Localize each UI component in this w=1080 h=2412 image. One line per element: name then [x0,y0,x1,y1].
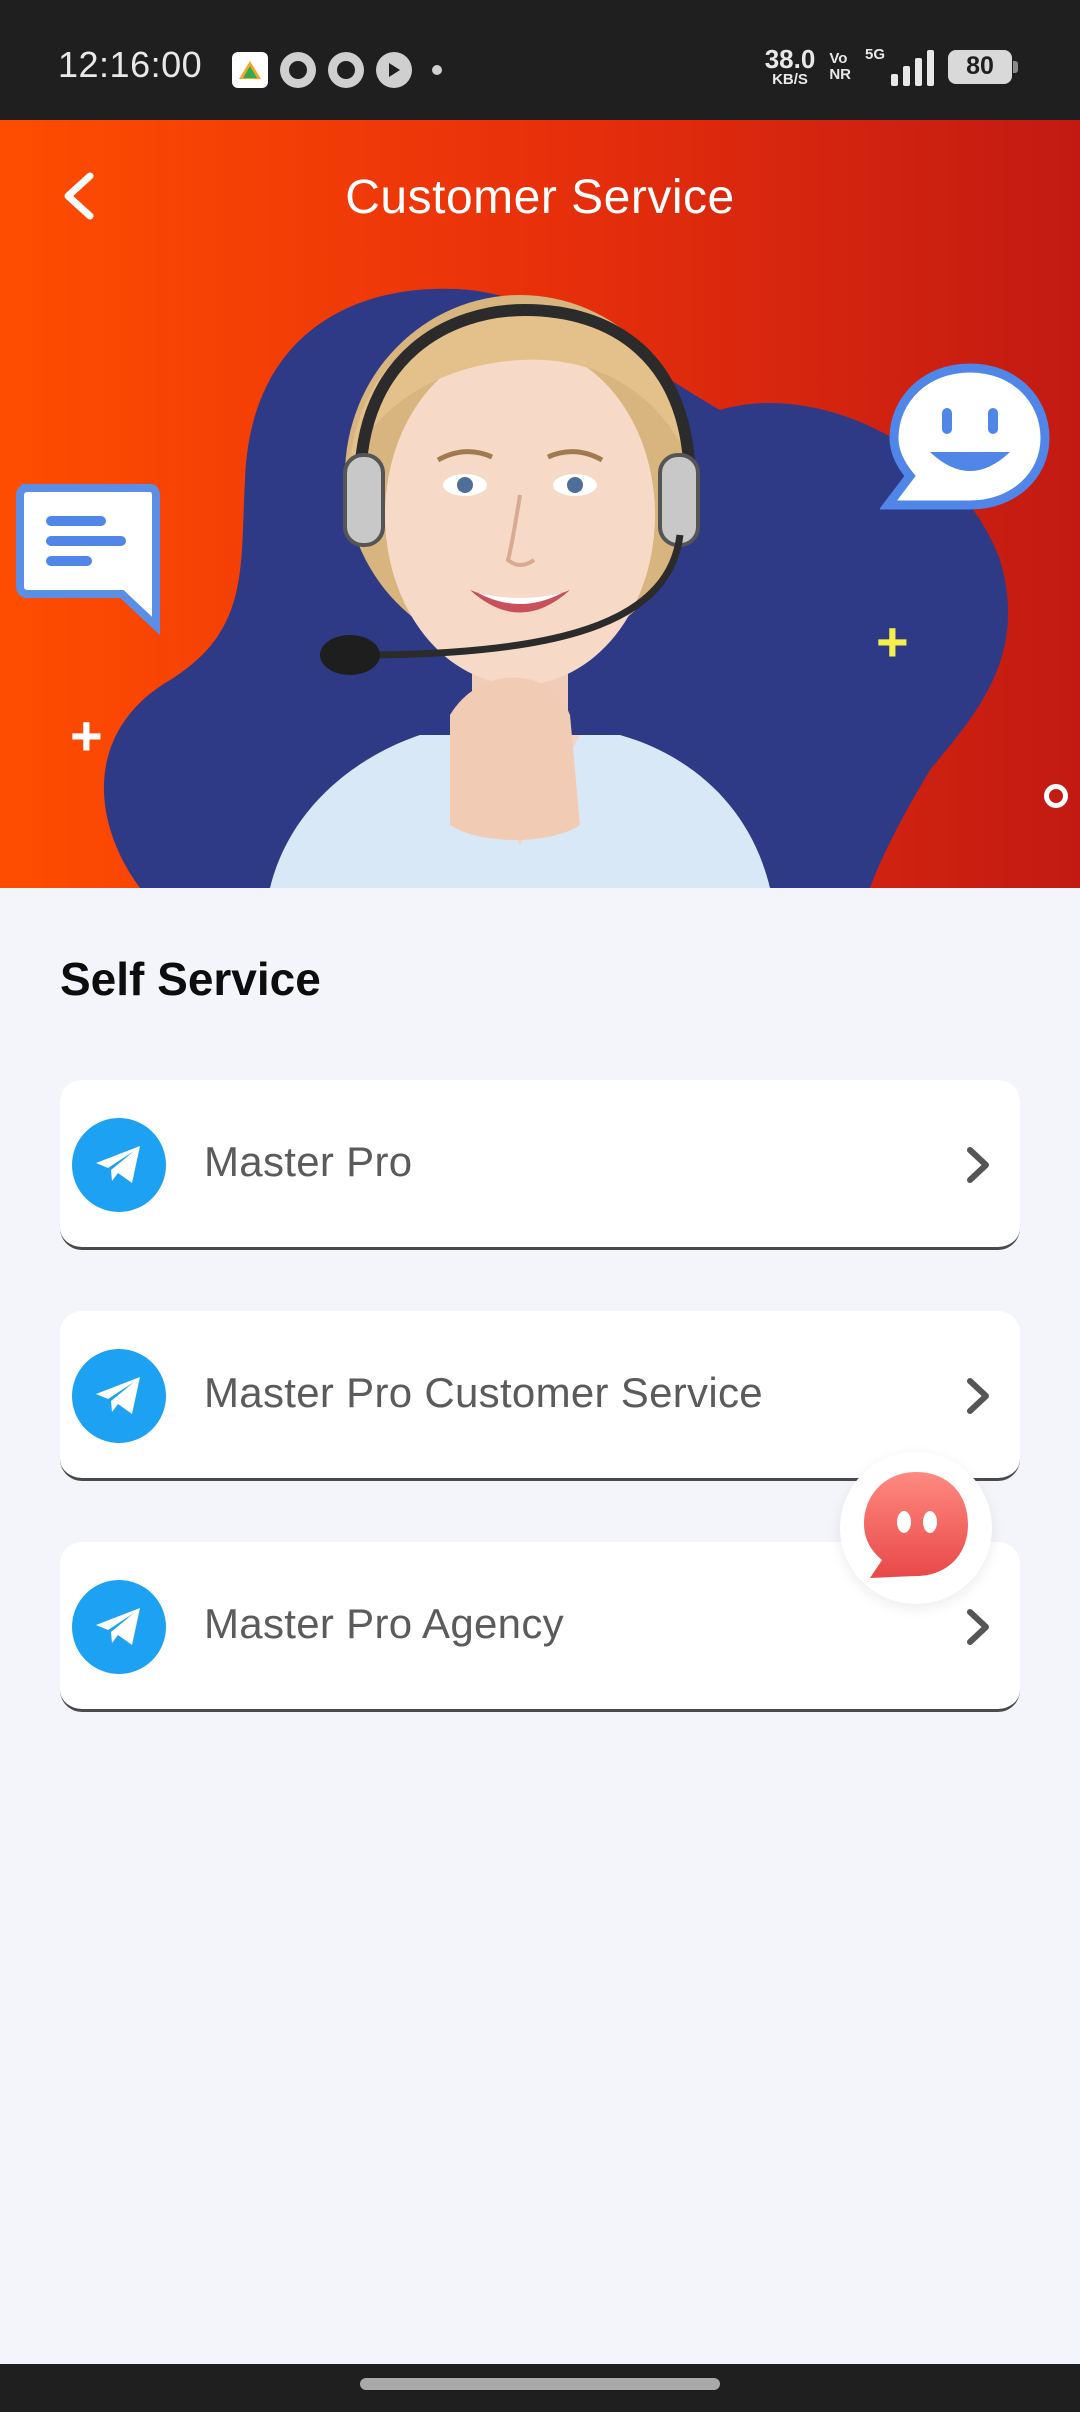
home-gesture-handle[interactable] [360,2378,720,2390]
more-notifications-dot [432,65,442,75]
section-title: Self Service [60,953,321,1005]
list-item-label: Master Pro Customer Service [204,1369,763,1416]
system-navigation-bar [0,2364,1080,2412]
status-right: 38.0 KB/S Vo NR 5G 80 [765,46,1018,87]
telegram-icon [72,1349,166,1443]
smiley-chat-bubble-icon [880,363,1050,510]
volte-bottom: NR [829,65,851,83]
whatsapp-icon [280,52,316,88]
list-item-master-pro[interactable]: Master Pro [60,1080,1020,1250]
floating-chat-button[interactable] [840,1452,992,1604]
agent-illustration [270,295,770,888]
plus-decoration: + [70,704,103,767]
plus-decoration: + [876,610,909,673]
signal-icon [891,48,934,86]
chevron-right-icon [967,1147,989,1183]
chat-bubble-left-icon [16,484,160,636]
page-title: Customer Service [345,171,735,224]
status-time: 12:16:00 [58,44,203,85]
net-speed-value: 38.0 [764,44,816,74]
recording-icon [328,52,364,88]
chevron-right-icon [967,1378,989,1414]
hero-banner: + + Customer Service [0,120,1080,888]
status-bar: 12:16:00 38.0 KB/S Vo NR 5G 80 [0,0,1080,120]
network-type: 5G [864,46,885,63]
status-notification-icons [232,52,442,88]
battery-icon: 80 [948,49,1018,84]
telegram-icon [72,1580,166,1674]
battery-level: 80 [966,52,994,80]
net-speed-unit: KB/S [772,71,808,88]
list-item-label: Master Pro Agency [204,1600,564,1647]
telegram-icon [72,1118,166,1212]
app-notification-icon [232,52,268,88]
chevron-right-icon [967,1609,989,1645]
volte-top: Vo [829,49,848,67]
list-item-label: Master Pro [204,1138,413,1185]
chat-bubble-icon [864,1472,968,1578]
volte-indicator: Vo NR [829,49,851,83]
ring-decoration [1044,784,1068,808]
net-speed: 38.0 KB/S [765,46,816,87]
play-icon [376,52,412,88]
